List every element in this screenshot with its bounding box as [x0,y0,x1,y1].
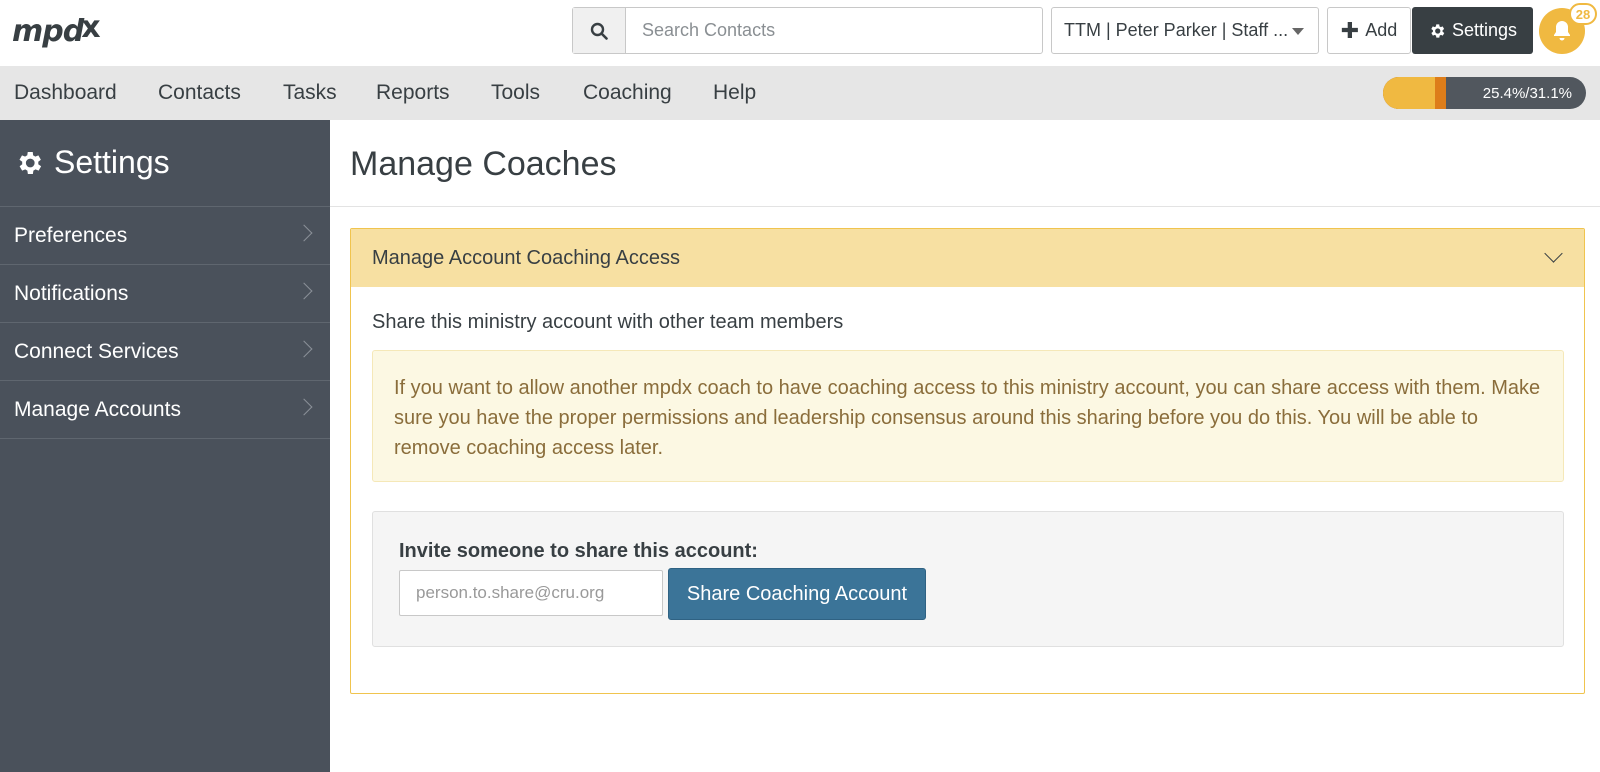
share-coaching-account-button[interactable]: Share Coaching Account [668,568,926,620]
sidebar-item-manage-accounts[interactable]: Manage Accounts [0,380,330,438]
account-select-value: TTM | Peter Parker | Staff ... [1064,20,1289,40]
add-button-label: Add [1365,20,1398,40]
invite-label: Invite someone to share this account: [399,540,758,562]
goal-progress-bar[interactable]: 25.4%/31.1% [1383,77,1586,109]
logo-mark: x [81,9,101,45]
gear-icon [1431,23,1445,38]
settings-button-label: Settings [1451,20,1518,40]
top-bar: mpd x TTM | Peter Parker | Staff ... ✚ A… [0,0,1600,66]
settings-sidebar: Settings Preferences Notifications Conne… [0,120,330,772]
settings-button[interactable]: Settings [1412,7,1533,54]
nav-reports[interactable]: Reports [376,66,450,120]
notification-count-badge: 28 [1569,3,1597,25]
account-select[interactable]: TTM | Peter Parker | Staff ... [1051,7,1319,54]
search-input[interactable] [626,8,1042,53]
nav-contacts[interactable]: Contacts [158,66,241,120]
sidebar-item-notifications[interactable]: Notifications [0,264,330,322]
progress-received-fill [1383,77,1435,109]
mpdx-logo[interactable]: mpd x [12,8,128,54]
sidebar-item-connect-services[interactable]: Connect Services [0,322,330,380]
main-nav: Dashboard Contacts Tasks Reports Tools C… [0,66,1600,120]
logo-text: mpd [12,13,84,49]
sidebar-title-label: Settings [54,144,170,180]
nav-dashboard[interactable]: Dashboard [14,66,117,120]
bell-icon [1554,21,1570,41]
chevron-down-icon [1292,28,1304,35]
invite-form: Invite someone to share this account: Sh… [372,511,1564,647]
info-alert-text: If you want to allow another mpdx coach … [394,377,1541,459]
sidebar-title: Settings [14,144,170,181]
panel-title: Manage Account Coaching Access [372,246,680,269]
sidebar-item-label: Notifications [14,281,129,305]
search-box [572,7,1043,54]
chevron-down-icon[interactable] [1544,244,1563,263]
search-button[interactable] [573,8,626,53]
nav-coaching[interactable]: Coaching [583,66,672,120]
chevron-right-icon [295,340,313,358]
chevron-right-icon [295,282,313,300]
email-field[interactable] [399,570,663,616]
sidebar-item-preferences[interactable]: Preferences [0,206,330,264]
share-description: Share this ministry account with other t… [372,311,844,333]
info-alert: If you want to allow another mpdx coach … [372,350,1564,482]
gear-icon [19,151,42,174]
add-button[interactable]: ✚ Add [1327,7,1411,54]
sidebar-item-label: Connect Services [14,339,179,363]
progress-text: 25.4%/31.1% [1482,84,1572,102]
sidebar-item-label: Preferences [14,223,128,247]
sidebar-divider [0,438,330,439]
page-title: Manage Coaches [350,145,617,183]
plus-icon: ✚ [1340,17,1360,43]
nav-tasks[interactable]: Tasks [283,66,337,120]
coaching-access-panel: Manage Account Coaching Access Share thi… [350,228,1585,694]
search-icon [590,22,608,40]
nav-tools[interactable]: Tools [491,66,540,120]
chevron-right-icon [295,398,313,416]
panel-header[interactable]: Manage Account Coaching Access [351,229,1584,287]
chevron-right-icon [295,224,313,242]
nav-help[interactable]: Help [713,66,756,120]
sidebar-item-label: Manage Accounts [14,397,181,421]
title-divider [330,206,1600,207]
